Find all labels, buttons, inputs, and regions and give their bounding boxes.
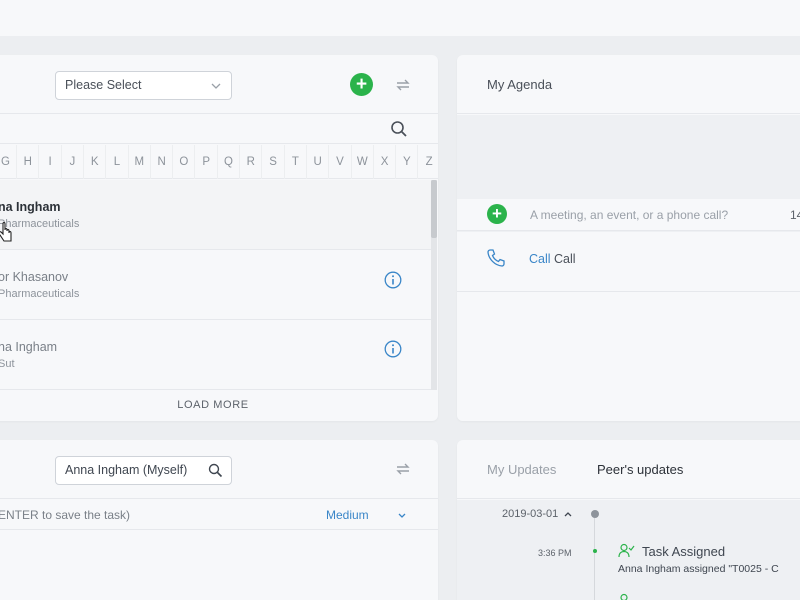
alphabet-filter: GHIJKLMNOPQRSTUVWXYZ <box>0 145 438 179</box>
agenda-input-time: 14 <box>790 208 800 222</box>
alphabet-letter[interactable]: X <box>374 145 397 179</box>
tab-peers-updates[interactable]: Peer's updates <box>597 462 683 477</box>
event-time: 3:36 PM <box>538 548 572 558</box>
alphabet-letter[interactable]: I <box>40 145 62 179</box>
info-icon[interactable] <box>384 340 402 358</box>
alphabet-letter[interactable]: W <box>352 145 374 179</box>
alphabet-letter[interactable]: O <box>173 145 196 179</box>
tasks-header: Anna Ingham (Myself) <box>0 440 438 499</box>
timeline-node <box>591 510 599 518</box>
scrollbar-thumb[interactable] <box>431 180 437 238</box>
alphabet-letter[interactable]: R <box>240 145 263 179</box>
updates-timeline: 2019-03-01 3:36 PM Task Assigned Anna In… <box>457 500 800 600</box>
contact-name: na Ingham <box>0 200 61 214</box>
updates-tabs: My Updates Peer's updates <box>457 440 800 499</box>
user-check-icon <box>618 543 635 558</box>
alphabet-letter[interactable]: Z <box>419 145 438 179</box>
timeline-line <box>594 518 595 600</box>
contact-row[interactable]: or Khasanov Pharmaceuticals <box>0 250 434 320</box>
agenda-card: My Agenda + A meeting, an event, or a ph… <box>457 55 800 421</box>
alphabet-letter[interactable]: U <box>307 145 330 179</box>
sync-icon[interactable] <box>394 76 412 94</box>
assignee-field[interactable]: Anna Ingham (Myself) <box>55 456 232 485</box>
agenda-title: My Agenda <box>457 55 800 114</box>
alphabet-letter[interactable]: N <box>151 145 174 179</box>
contact-row[interactable]: na Ingham Pharmaceuticals <box>0 180 434 250</box>
alphabet-letter[interactable]: V <box>330 145 352 179</box>
agenda-empty-area <box>457 292 800 421</box>
tab-my-updates[interactable]: My Updates <box>487 462 556 477</box>
contact-row[interactable]: na Ingham Sut <box>0 320 434 390</box>
chevron-down-icon <box>211 83 221 89</box>
alphabet-letter[interactable]: J <box>62 145 84 179</box>
chevron-up-icon[interactable] <box>563 509 573 519</box>
filter-select-value: Please Select <box>65 78 142 92</box>
alphabet-letter[interactable]: T <box>285 145 307 179</box>
top-bar <box>0 0 800 36</box>
contact-company: Sut <box>0 358 15 370</box>
alphabet-letter[interactable]: P <box>196 145 218 179</box>
updates-card: My Updates Peer's updates 2019-03-01 3:3… <box>457 440 800 600</box>
agenda-call-line: Call Call <box>529 252 576 266</box>
contacts-card: Please Select + GHIJKLMNOPQRSTUVWXYZ na … <box>0 55 438 421</box>
agenda-call-type[interactable]: Call <box>529 252 551 266</box>
alphabet-letter[interactable]: Y <box>396 145 419 179</box>
alphabet-letter[interactable]: H <box>17 145 40 179</box>
alphabet-letter[interactable]: K <box>84 145 107 179</box>
event-detail: Anna Ingham assigned "T0025 - C <box>618 563 779 575</box>
priority-select[interactable]: Medium <box>326 508 369 522</box>
search-icon[interactable] <box>390 120 408 138</box>
agenda-call-item[interactable]: Call Call <box>457 232 800 292</box>
alphabet-letter[interactable]: L <box>107 145 129 179</box>
event-title: Task Assigned <box>642 544 726 559</box>
timeline-date: 2019-03-01 <box>502 508 559 520</box>
search-icon[interactable] <box>208 463 223 478</box>
timeline-event-dot <box>593 549 597 553</box>
alphabet-letter[interactable]: Q <box>218 145 240 179</box>
contact-company: Pharmaceuticals <box>0 288 80 300</box>
contacts-scrollbar[interactable] <box>431 180 437 390</box>
assignee-value: Anna Ingham (Myself) <box>65 463 188 477</box>
user-check-icon <box>620 593 628 600</box>
info-icon[interactable] <box>384 271 402 289</box>
chevron-down-icon[interactable] <box>397 511 407 521</box>
contacts-header: Please Select + <box>0 55 438 114</box>
contact-name: or Khasanov <box>0 270 69 284</box>
new-task-hint[interactable]: ENTER to save the task) <box>0 508 130 522</box>
new-task-row[interactable]: ENTER to save the task) Medium <box>0 500 438 530</box>
contacts-search-bar <box>0 114 438 144</box>
contact-name: na Ingham <box>0 340 58 354</box>
load-more-button[interactable]: LOAD MORE <box>0 391 438 421</box>
phone-icon <box>487 249 505 267</box>
hand-cursor-icon <box>0 222 12 242</box>
alphabet-letter[interactable]: S <box>263 145 285 179</box>
alphabet-letter[interactable]: G <box>0 145 17 179</box>
sync-icon[interactable] <box>394 460 412 478</box>
add-contact-button[interactable]: + <box>350 73 373 96</box>
agenda-input-placeholder[interactable]: A meeting, an event, or a phone call? <box>530 208 728 222</box>
add-agenda-button[interactable]: + <box>487 204 507 224</box>
agenda-call-label: Call <box>554 252 576 266</box>
tasks-card: Anna Ingham (Myself) ENTER to save the t… <box>0 440 438 600</box>
agenda-new-item[interactable]: + A meeting, an event, or a phone call? … <box>457 199 800 231</box>
alphabet-letter[interactable]: M <box>129 145 151 179</box>
filter-select[interactable]: Please Select <box>55 71 232 100</box>
